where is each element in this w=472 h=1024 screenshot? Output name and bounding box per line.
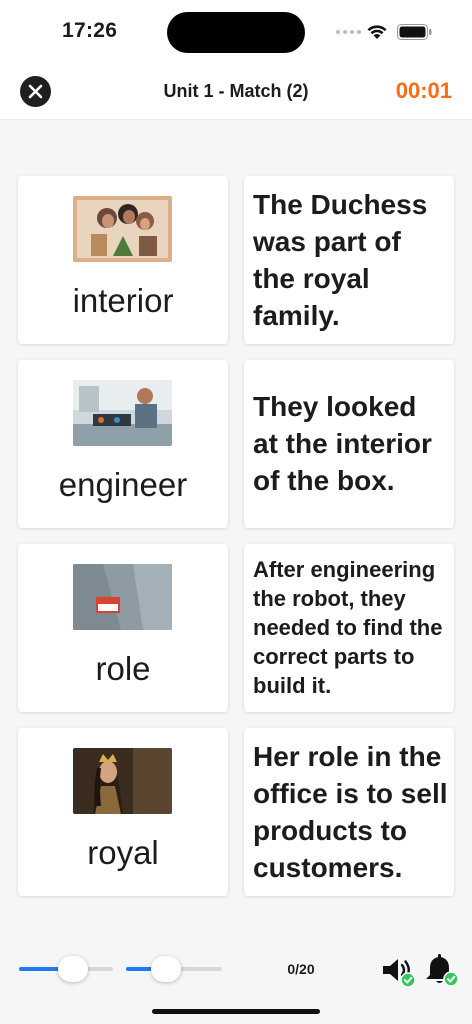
word-card-engineer[interactable]: engineer — [18, 360, 228, 528]
photo-engineer-at-workbench-icon — [73, 380, 172, 446]
wifi-icon — [367, 25, 387, 39]
home-indicator — [152, 1009, 320, 1014]
match-row: engineer They looked at the interior of … — [18, 360, 454, 544]
sentence-text: After engineering the robot, they needed… — [253, 557, 443, 698]
volume-slider[interactable] — [126, 954, 222, 984]
sentence-card[interactable]: Her role in the office is to sell produc… — [244, 728, 454, 896]
sound-on-icon[interactable] — [381, 955, 417, 987]
match-grid: interior The Duchess was part of the roy… — [18, 176, 454, 912]
slider-thumb[interactable] — [57, 956, 88, 982]
photo-name-badge-icon — [73, 564, 172, 630]
speech-rate-slider[interactable] — [19, 954, 113, 984]
progress-counter: 0/20 — [287, 961, 315, 977]
sentence-card[interactable]: They looked at the interior of the box. — [244, 360, 454, 528]
word-image — [73, 196, 172, 262]
sentence-text: Her role in the office is to sell produc… — [253, 741, 448, 883]
word-card-interior[interactable]: interior — [18, 176, 228, 344]
timer: 00:01 — [395, 78, 452, 103]
match-row: role After engineering the robot, they n… — [18, 544, 454, 728]
status-bar: 17:26 — [0, 0, 472, 62]
word-card-role[interactable]: role — [18, 544, 228, 712]
word-image — [73, 748, 172, 814]
match-row: interior The Duchess was part of the roy… — [18, 176, 454, 360]
battery-icon — [397, 24, 432, 40]
word-card-royal[interactable]: royal — [18, 728, 228, 896]
word-label: interior — [72, 282, 174, 319]
sentence-text: The Duchess was part of the royal family… — [253, 189, 428, 331]
word-image — [73, 564, 172, 630]
word-label: role — [95, 650, 151, 687]
word-image — [73, 380, 172, 446]
sentence-text: They looked at the interior of the box. — [253, 391, 432, 496]
photo-queen-with-crown-icon — [73, 748, 172, 814]
photo-people-looking-into-box-icon — [73, 196, 172, 262]
cellular-signal-icon — [336, 30, 361, 34]
sentence-card[interactable]: The Duchess was part of the royal family… — [244, 176, 454, 344]
slider-thumb[interactable] — [151, 956, 182, 982]
word-label: royal — [87, 834, 159, 871]
status-time: 17:26 — [62, 19, 118, 42]
sentence-card[interactable]: After engineering the robot, they needed… — [244, 544, 454, 712]
app-header: Unit 1 - Match (2) 00:01 — [0, 62, 472, 120]
dynamic-island — [167, 12, 305, 53]
notification-bell-icon[interactable] — [425, 953, 461, 987]
match-row: royal Her role in the office is to sell … — [18, 728, 454, 912]
word-label: engineer — [58, 466, 188, 503]
